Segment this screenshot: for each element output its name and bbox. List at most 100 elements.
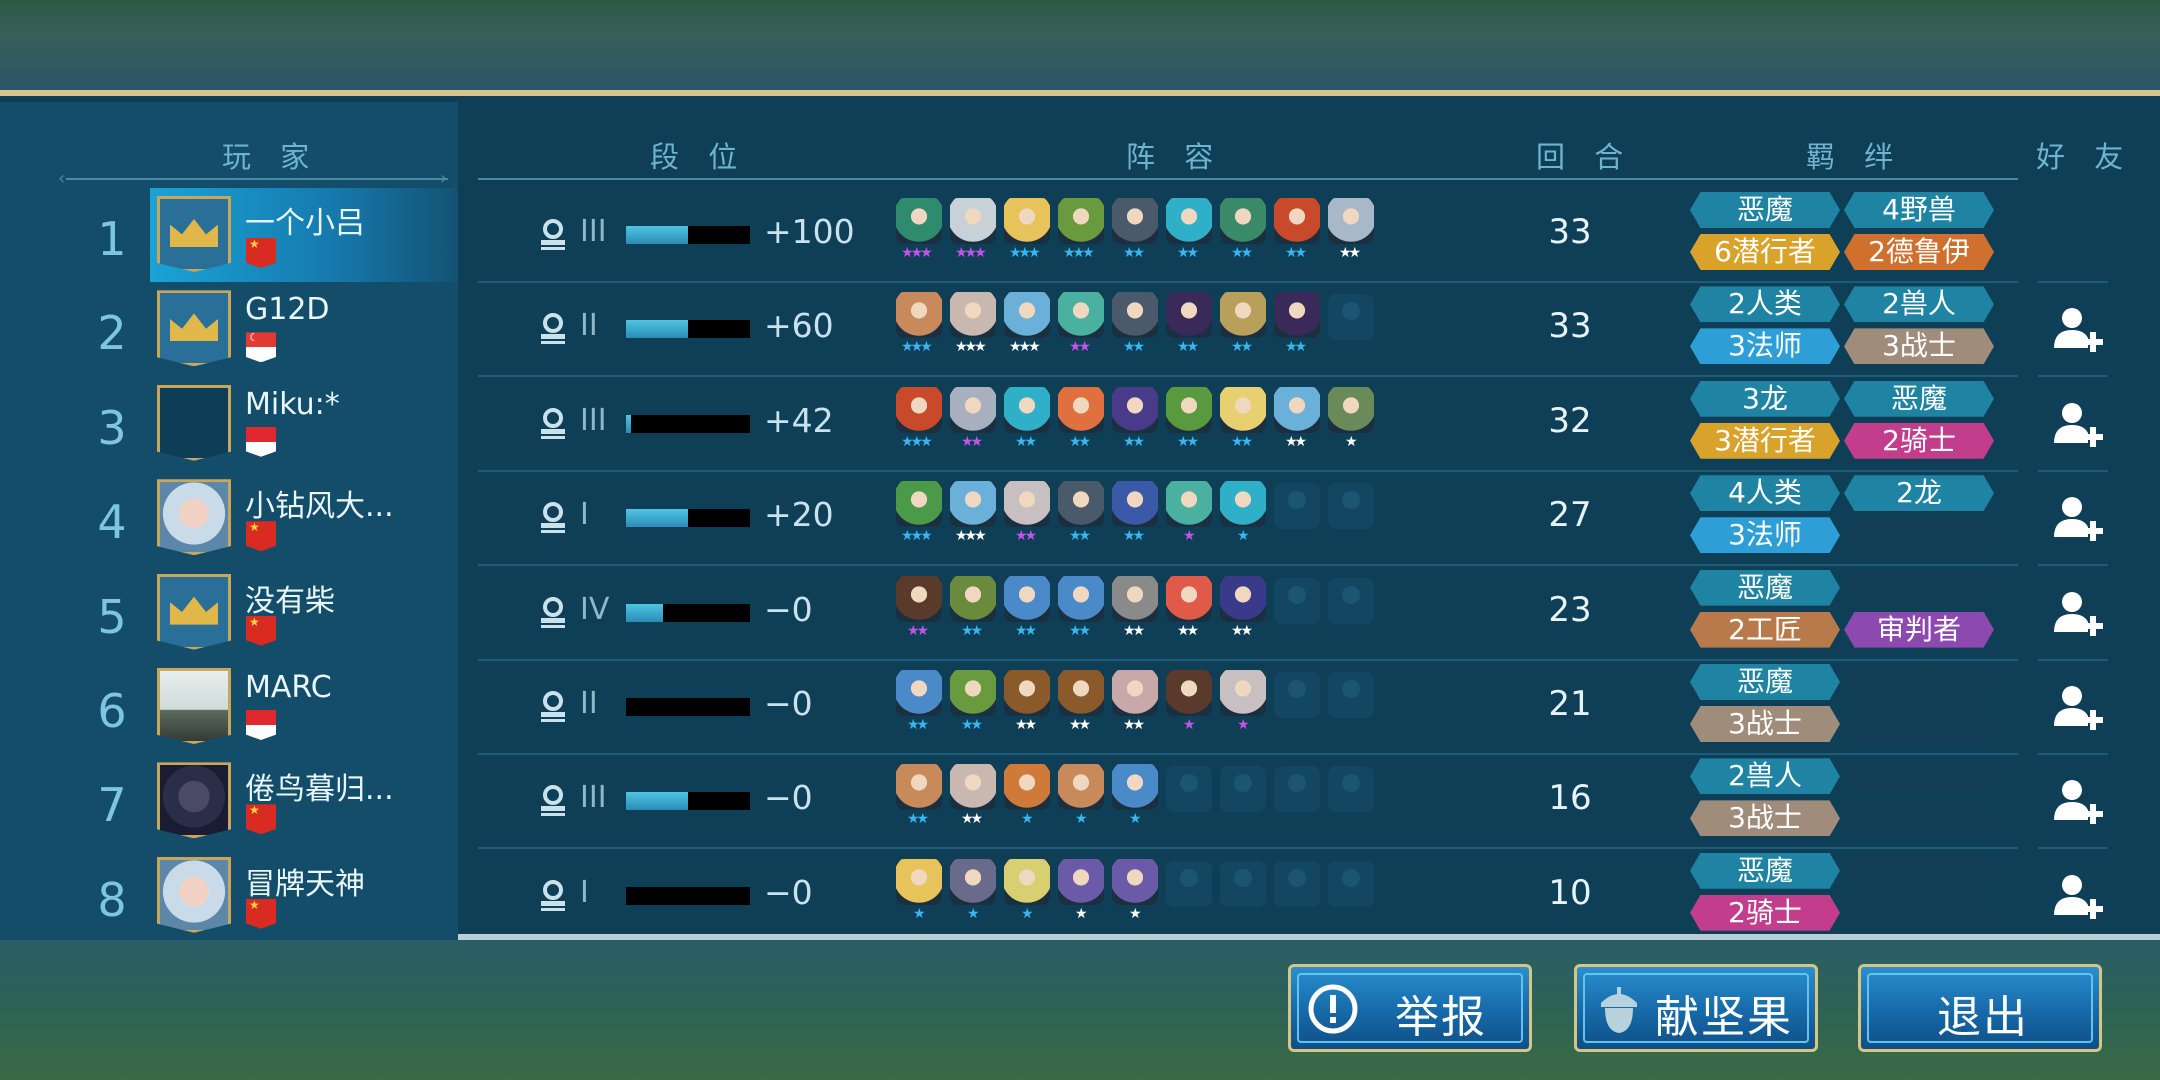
hero-portrait[interactable] — [896, 386, 942, 433]
synergy-badge[interactable]: 恶魔 — [1690, 569, 1840, 606]
synergy-badge[interactable]: 恶魔 — [1690, 192, 1840, 228]
hero-portrait[interactable] — [896, 575, 942, 622]
hero-portrait[interactable] — [1004, 292, 1050, 339]
hero-portrait[interactable] — [1112, 670, 1158, 716]
hero-portrait[interactable] — [1166, 481, 1212, 528]
synergy-badge[interactable]: 恶魔 — [1690, 852, 1840, 889]
synergy-badge[interactable]: 2骑士 — [1690, 894, 1840, 931]
synergy-badge[interactable]: 3战士 — [1844, 328, 1994, 365]
add-friend-icon[interactable] — [2054, 495, 2104, 542]
hero-portrait[interactable] — [1004, 198, 1050, 244]
add-friend-icon[interactable] — [2054, 873, 2104, 919]
hero-portrait[interactable] — [1220, 575, 1266, 622]
hero-portrait[interactable] — [1004, 670, 1050, 716]
synergy-badge[interactable]: 3战士 — [1690, 706, 1840, 742]
synergy-badge[interactable]: 6潜行者 — [1690, 234, 1840, 270]
hero-portrait[interactable] — [1328, 386, 1374, 433]
hero-portrait[interactable] — [1058, 481, 1104, 528]
hero-portrait[interactable] — [1058, 386, 1104, 433]
synergy-badge[interactable]: 恶魔 — [1690, 664, 1840, 700]
add-friend-icon[interactable] — [2054, 590, 2104, 636]
hero-portrait[interactable] — [1220, 198, 1266, 244]
hero-portrait[interactable] — [1112, 575, 1158, 622]
synergy-badge[interactable]: 2龙 — [1844, 475, 1994, 512]
synergy-badge[interactable]: 3法师 — [1690, 517, 1840, 554]
synergy-badge[interactable]: 审判者 — [1844, 611, 1994, 648]
hero-portrait[interactable] — [1220, 670, 1266, 716]
hero-portrait[interactable] — [950, 386, 996, 433]
add-friend-icon[interactable] — [2054, 401, 2104, 447]
exit-button[interactable]: 退出 — [1858, 964, 2102, 1052]
hero-portrait[interactable] — [1112, 481, 1158, 528]
player-avatar[interactable] — [157, 762, 231, 839]
synergy-badge[interactable]: 2人类 — [1690, 286, 1840, 323]
hero-portrait[interactable] — [1058, 764, 1104, 811]
hero-portrait[interactable] — [1004, 575, 1050, 622]
hero-portrait[interactable] — [896, 670, 942, 716]
hero-portrait[interactable] — [1004, 386, 1050, 433]
player-avatar[interactable] — [157, 479, 231, 556]
hero-portrait[interactable] — [950, 575, 996, 622]
hero-portrait[interactable] — [1058, 198, 1104, 244]
hero-portrait[interactable] — [1220, 386, 1266, 433]
synergy-badge[interactable]: 2工匠 — [1690, 611, 1840, 648]
synergy-badge[interactable]: 3潜行者 — [1690, 422, 1840, 459]
hero-portrait[interactable] — [1058, 292, 1104, 339]
hero-portrait[interactable] — [1328, 198, 1374, 244]
hero-portrait[interactable] — [896, 764, 942, 811]
hero-portrait[interactable] — [1166, 198, 1212, 244]
synergy-badge[interactable]: 2骑士 — [1844, 422, 1994, 459]
player-avatar[interactable] — [157, 196, 231, 272]
synergy-badge[interactable]: 3龙 — [1690, 380, 1840, 417]
hero-portrait[interactable] — [1004, 764, 1050, 811]
hero-portrait[interactable] — [1274, 386, 1320, 433]
hero-portrait[interactable] — [1166, 292, 1212, 339]
rank-progress-fill — [626, 414, 631, 433]
hero-portrait[interactable] — [1166, 670, 1212, 716]
hero-portrait[interactable] — [1112, 386, 1158, 433]
player-avatar[interactable] — [157, 290, 231, 367]
player-avatar[interactable] — [157, 573, 231, 650]
hero-portrait[interactable] — [896, 481, 942, 528]
hero-portrait[interactable] — [1058, 670, 1104, 716]
hero-portrait[interactable] — [896, 858, 942, 905]
hero-portrait[interactable] — [1004, 858, 1050, 905]
hero-portrait[interactable] — [950, 292, 996, 339]
synergy-badge[interactable]: 4人类 — [1690, 475, 1840, 512]
hero-portrait[interactable] — [1058, 858, 1104, 905]
add-friend-icon[interactable] — [2054, 306, 2104, 353]
hero-portrait[interactable] — [950, 481, 996, 528]
player-avatar[interactable] — [157, 384, 231, 461]
hero-portrait[interactable] — [1274, 292, 1320, 339]
hero-portrait[interactable] — [1166, 575, 1212, 622]
hero-portrait[interactable] — [1112, 858, 1158, 905]
synergy-badge[interactable]: 2兽人 — [1690, 758, 1840, 795]
player-avatar[interactable] — [157, 668, 231, 744]
hero-portrait[interactable] — [1112, 292, 1158, 339]
report-button[interactable]: 举报 — [1288, 964, 1532, 1052]
hero-portrait[interactable] — [1112, 198, 1158, 244]
hero-portrait[interactable] — [950, 198, 996, 244]
hero-portrait[interactable] — [950, 764, 996, 811]
hero-portrait[interactable] — [1058, 575, 1104, 622]
add-friend-icon[interactable] — [2054, 684, 2104, 730]
hero-portrait[interactable] — [896, 198, 942, 244]
synergy-badge[interactable]: 恶魔 — [1844, 380, 1994, 417]
synergy-badge[interactable]: 3法师 — [1690, 328, 1840, 365]
player-avatar[interactable] — [157, 856, 231, 933]
synergy-badge[interactable]: 3战士 — [1690, 800, 1840, 837]
hero-portrait[interactable] — [950, 670, 996, 716]
hero-portrait[interactable] — [1220, 481, 1266, 528]
give-nuts-button[interactable]: 献坚果 — [1574, 964, 1818, 1052]
hero-portrait[interactable] — [1274, 198, 1320, 244]
synergy-badge[interactable]: 2德鲁伊 — [1844, 234, 1994, 270]
synergy-badge[interactable]: 4野兽 — [1844, 192, 1994, 228]
hero-portrait[interactable] — [1004, 481, 1050, 528]
add-friend-icon[interactable] — [2054, 778, 2104, 825]
hero-portrait[interactable] — [950, 858, 996, 905]
hero-portrait[interactable] — [1112, 764, 1158, 811]
hero-portrait[interactable] — [1220, 292, 1266, 339]
hero-portrait[interactable] — [1166, 386, 1212, 433]
synergy-badge[interactable]: 2兽人 — [1844, 286, 1994, 323]
hero-portrait[interactable] — [896, 292, 942, 339]
